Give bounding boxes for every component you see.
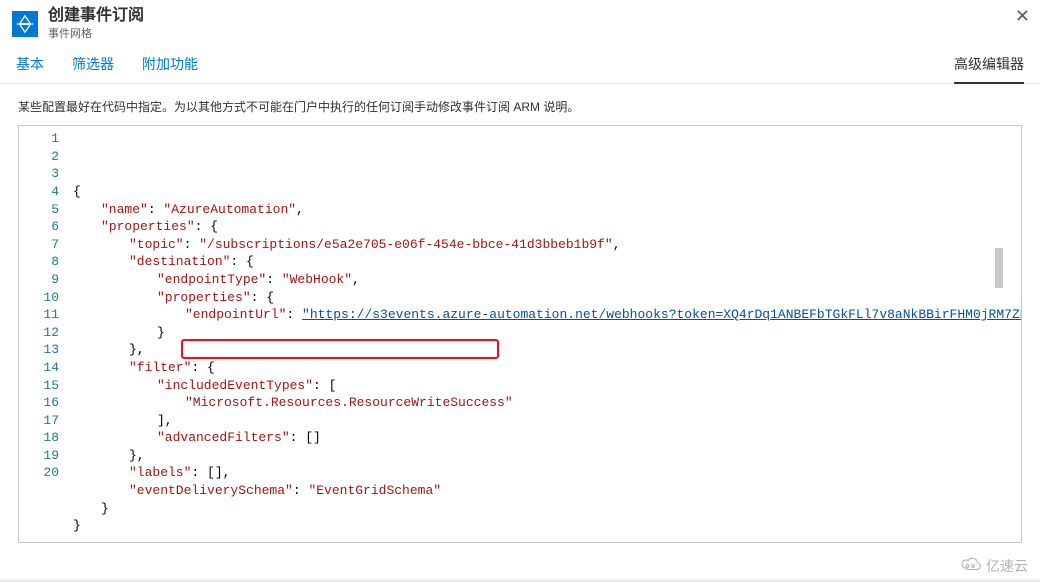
code-line: "filter": {	[73, 359, 1013, 377]
code-line: }	[73, 324, 1013, 342]
tab-filter[interactable]: 筛选器	[72, 46, 114, 84]
panel-subtitle: 事件网格	[48, 25, 144, 41]
code-line: ],	[73, 412, 1013, 430]
bottom-shadow	[0, 578, 1040, 582]
code-line: }	[73, 500, 1013, 518]
code-line: "properties": {	[73, 289, 1013, 307]
panel-title: 创建事件订阅	[48, 6, 144, 25]
watermark: 亿速云	[960, 555, 1028, 576]
watermark-text: 亿速云	[986, 556, 1028, 576]
description-text: 某些配置最好在代码中指定。为以其他方式不可能在门户中执行的任何订阅手动修改事件订…	[0, 84, 1040, 125]
code-line: },	[73, 447, 1013, 465]
code-line: "name": "AzureAutomation",	[73, 201, 1013, 219]
tab-advanced-editor[interactable]: 高级编辑器	[954, 46, 1024, 84]
line-number-gutter: 1234567891011121314151617181920	[19, 126, 69, 542]
code-line: "includedEventTypes": [	[73, 377, 1013, 395]
code-line: {	[73, 183, 1013, 201]
code-line: "Microsoft.Resources.ResourceWriteSucces…	[73, 394, 1013, 412]
panel-header: 创建事件订阅 事件网格 ✕	[0, 0, 1040, 48]
code-editor[interactable]: 1234567891011121314151617181920 {"name":…	[18, 125, 1022, 543]
code-line: "topic": "/subscriptions/e5a2e705-e06f-4…	[73, 236, 1013, 254]
code-line: "destination": {	[73, 253, 1013, 271]
code-line: "advancedFilters": []	[73, 429, 1013, 447]
cloud-icon	[960, 555, 982, 576]
tab-addons[interactable]: 附加功能	[142, 46, 198, 84]
code-line: "eventDeliverySchema": "EventGridSchema"	[73, 482, 1013, 500]
code-line: },	[73, 341, 1013, 359]
code-area[interactable]: {"name": "AzureAutomation","properties":…	[69, 126, 1021, 542]
tab-basic[interactable]: 基本	[16, 46, 44, 84]
code-line: "labels": [],	[73, 464, 1013, 482]
close-button[interactable]: ✕	[1011, 6, 1034, 27]
scrollbar-thumb[interactable]	[995, 248, 1003, 288]
code-line: "properties": {	[73, 218, 1013, 236]
event-grid-icon	[12, 11, 38, 37]
code-line: "endpointType": "WebHook",	[73, 271, 1013, 289]
tab-bar: 基本 筛选器 附加功能 高级编辑器	[0, 48, 1040, 84]
code-line: }	[73, 517, 1013, 535]
code-line: "endpointUrl": "https://s3events.azure-a…	[73, 306, 1013, 324]
